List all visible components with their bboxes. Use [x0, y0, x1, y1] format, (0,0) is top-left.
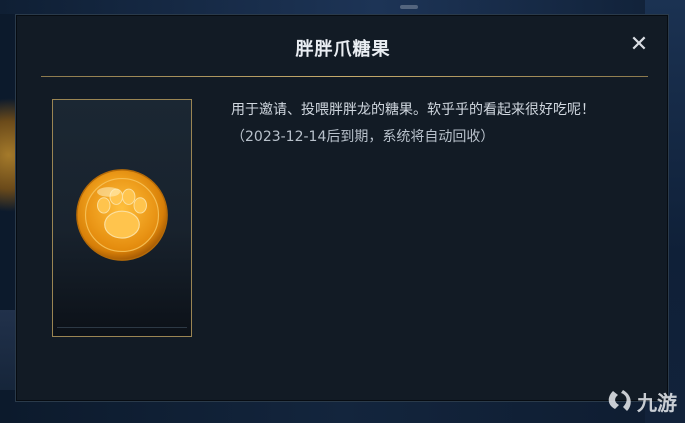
- modal-title: 胖胖爪糖果: [295, 39, 391, 60]
- title-divider: [41, 76, 648, 77]
- jiuyou-logo-icon: [608, 390, 631, 411]
- item-description: 用于邀请、投喂胖胖龙的糖果。软乎乎的看起来很好吃呢！ （2023-12-14后到…: [231, 97, 651, 151]
- close-icon: ✕: [629, 32, 649, 57]
- close-button[interactable]: ✕: [626, 32, 652, 58]
- description-text: 用于邀请、投喂胖胖龙的糖果。软乎乎的看起来很好吃呢！: [231, 102, 595, 118]
- paw-candy-coin-icon: [76, 169, 168, 261]
- card-bottom-line: [57, 327, 187, 328]
- item-detail-modal: 胖胖爪糖果 ✕ 用于邀请、投喂胖胖龙的糖果。软乎乎的看起来很好吃呢！ （2023…: [15, 14, 669, 402]
- watermark-text: 九游: [637, 390, 677, 415]
- expiry-notice: （2023-12-14后到期，系统将自动回收）: [231, 129, 495, 145]
- background-top-bar: [0, 0, 685, 14]
- item-preview-card: [52, 99, 192, 337]
- watermark: 九游: [605, 385, 677, 417]
- background-top-mark: [400, 5, 418, 9]
